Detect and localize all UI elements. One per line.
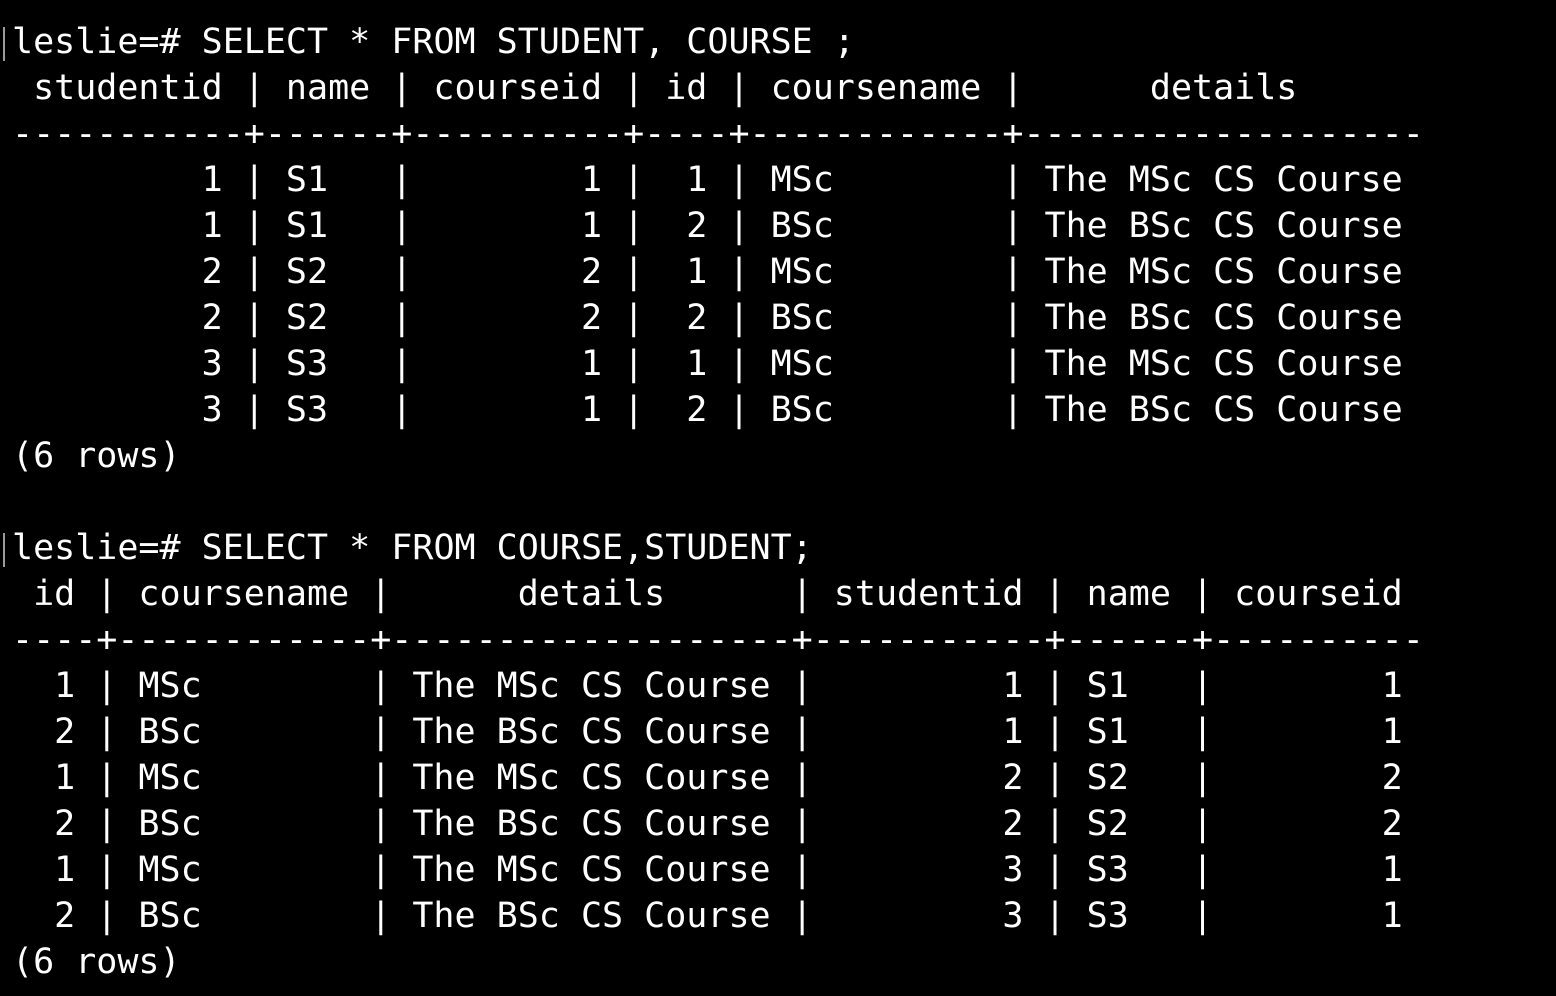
- command-text: SELECT * FROM COURSE,STUDENT;: [180, 528, 813, 568]
- table-row: 2 | BSc | The BSc CS Course | 2 | S2 | 2: [12, 804, 1403, 844]
- table-row: 2 | BSc | The BSc CS Course | 3 | S3 | 1: [12, 896, 1403, 936]
- prompt-marker-1: [3, 27, 5, 61]
- table-row: 2 | S2 | 2 | 2 | BSc | The BSc CS Course: [12, 298, 1403, 338]
- table-row: 1 | MSc | The MSc CS Course | 1 | S1 | 1: [12, 666, 1403, 706]
- command-text: SELECT * FROM STUDENT, COURSE ;: [180, 22, 855, 62]
- table-row: 3 | S3 | 1 | 2 | BSc | The BSc CS Course: [12, 390, 1403, 430]
- table-row: 2 | S2 | 2 | 1 | MSc | The MSc CS Course: [12, 252, 1403, 292]
- table-row: 2 | BSc | The BSc CS Course | 1 | S1 | 1: [12, 712, 1403, 752]
- table-separator-1: -----------+------+----------+----+-----…: [12, 114, 1424, 154]
- table-header-1: studentid | name | courseid | id | cours…: [12, 68, 1298, 108]
- table-header-2: id | coursename | details | studentid | …: [12, 574, 1403, 614]
- row-count-1: (6 rows): [12, 436, 181, 476]
- table-row: 1 | MSc | The MSc CS Course | 3 | S3 | 1: [12, 850, 1403, 890]
- terminal-window[interactable]: leslie=# SELECT * FROM STUDENT, COURSE ;…: [0, 0, 1556, 996]
- table-separator-2: ----+------------+-------------------+--…: [12, 620, 1424, 660]
- table-row: 1 | S1 | 1 | 1 | MSc | The MSc CS Course: [12, 160, 1403, 200]
- table-row: 1 | MSc | The MSc CS Course | 2 | S2 | 2: [12, 758, 1403, 798]
- table-row: 3 | S3 | 1 | 1 | MSc | The MSc CS Course: [12, 344, 1403, 384]
- prompt-marker-2: [3, 533, 5, 567]
- prompt-text: leslie=#: [12, 22, 181, 62]
- prompt-line-1: leslie=# SELECT * FROM STUDENT, COURSE ;: [12, 19, 1556, 65]
- prompt-text: leslie=#: [12, 528, 181, 568]
- table-row: 1 | S1 | 1 | 2 | BSc | The BSc CS Course: [12, 206, 1403, 246]
- prompt-line-2: leslie=# SELECT * FROM COURSE,STUDENT;: [12, 525, 1556, 571]
- row-count-2: (6 rows): [12, 942, 181, 982]
